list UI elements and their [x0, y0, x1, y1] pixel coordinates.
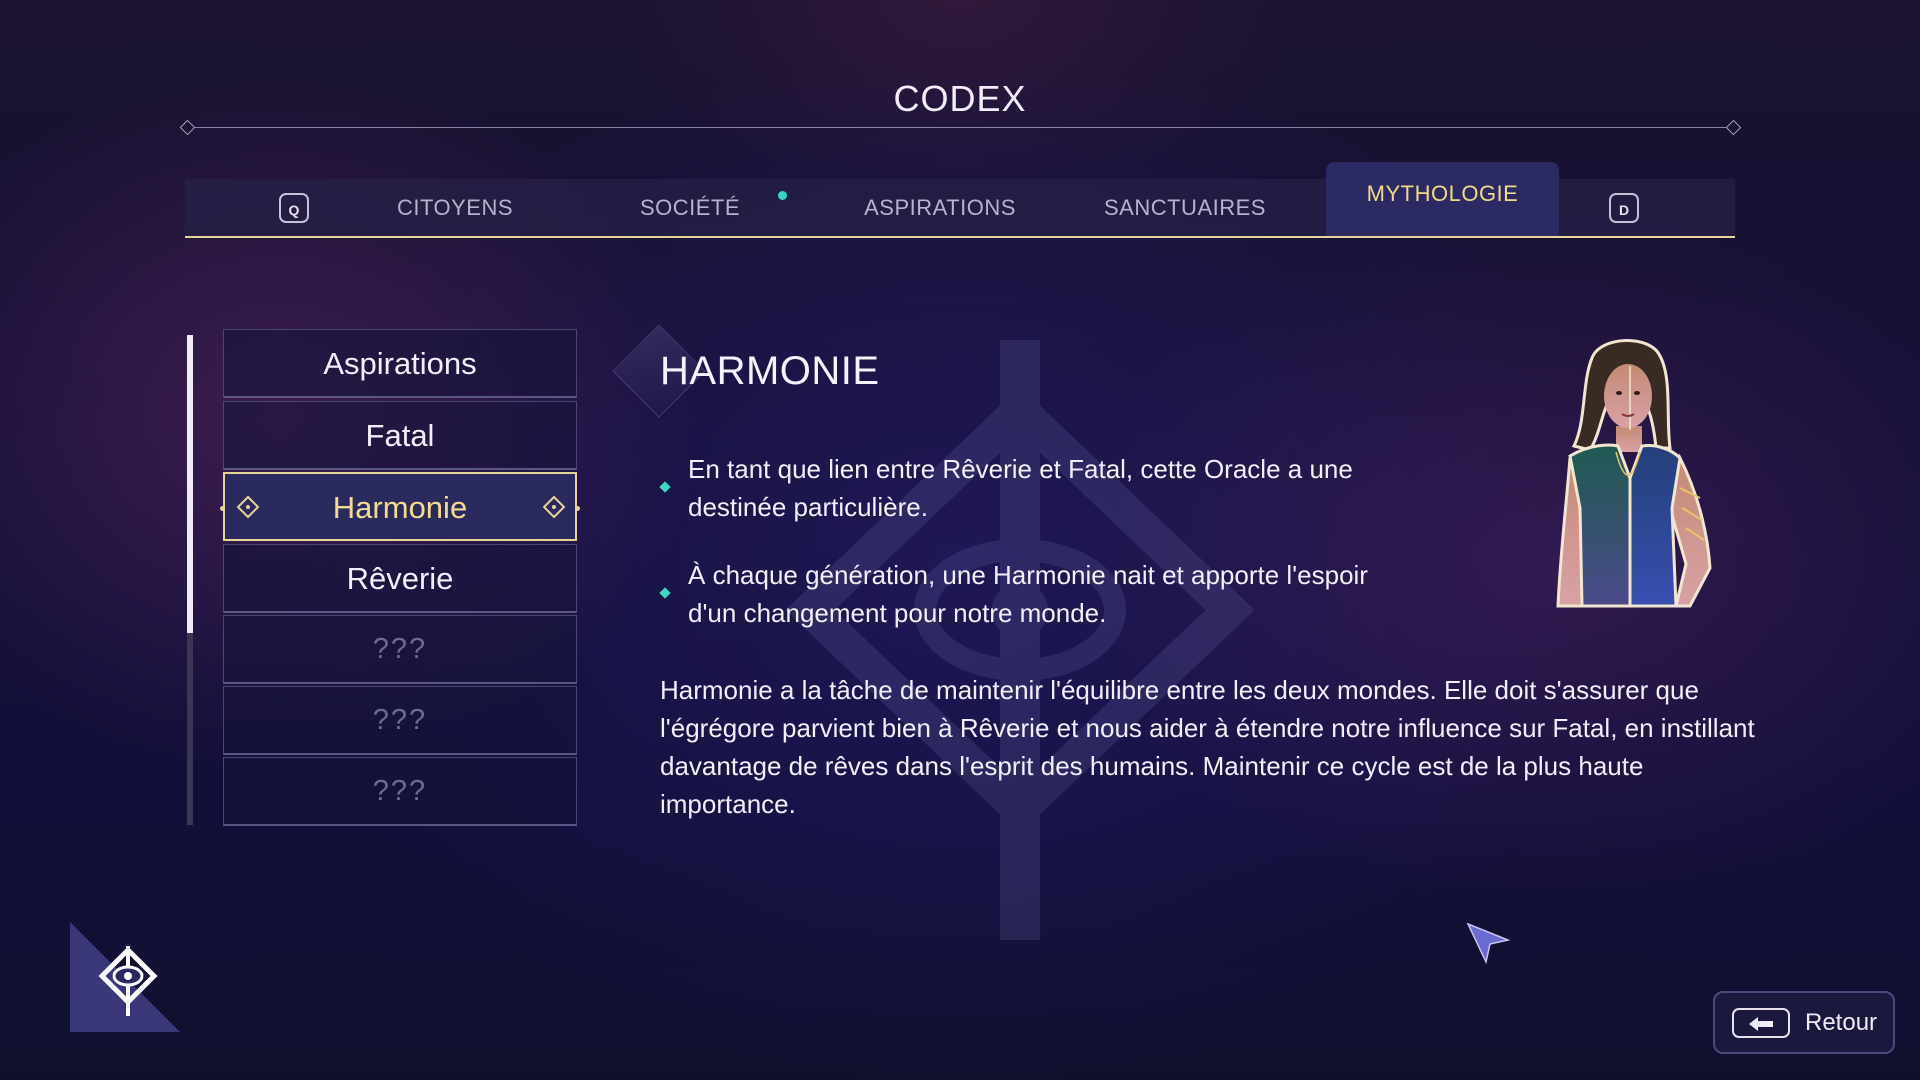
harmonie-portrait — [1556, 339, 1712, 608]
entry-bullet: En tant que lien entre Rêverie et Fatal,… — [688, 454, 1353, 522]
list-item-label: Harmonie — [332, 490, 468, 525]
tab-citoyens[interactable]: CITOYENS — [360, 179, 550, 236]
pointer-cursor-icon — [1466, 922, 1510, 965]
selection-diamond-icon — [543, 496, 565, 518]
selection-diamond-icon — [237, 496, 259, 518]
list-item-locked[interactable]: ??? — [223, 615, 577, 684]
selection-dot — [575, 506, 580, 511]
list-item-locked[interactable]: ??? — [223, 686, 577, 755]
divider-diamond-right — [1725, 119, 1742, 136]
back-button[interactable]: Retour — [1713, 991, 1895, 1054]
title-divider — [186, 127, 1734, 128]
divider-diamond-left — [179, 119, 196, 136]
background-emblem — [785, 340, 1255, 940]
arrow-left-icon — [1749, 1017, 1773, 1031]
entry-bullet: À chaque génération, une Harmonie nait e… — [688, 560, 1368, 628]
tab-sanctuaires[interactable]: SANCTUAIRES — [1085, 179, 1285, 236]
list-scrollbar-thumb[interactable] — [187, 335, 193, 633]
next-tab-key-hint[interactable]: D — [1609, 193, 1639, 223]
list-item-locked[interactable]: ??? — [223, 757, 577, 826]
tab-aspirations[interactable]: ASPIRATIONS — [840, 179, 1040, 236]
category-tab-bar: CITOYENS SOCIÉTÉ ASPIRATIONS SANCTUAIRES… — [185, 162, 1735, 238]
back-key-hint — [1732, 1008, 1790, 1038]
tab-societe[interactable]: SOCIÉTÉ — [595, 179, 785, 236]
bullet-diamond-icon — [659, 587, 671, 599]
tab-mythologie[interactable]: MYTHOLOGIE — [1326, 162, 1559, 236]
selection-dot — [220, 506, 225, 511]
bullet-diamond-icon — [659, 481, 671, 493]
entry-description: Harmonie a la tâche de maintenir l'équil… — [660, 675, 1755, 819]
list-item-reverie[interactable]: Rêverie — [223, 544, 577, 613]
list-item-fatal[interactable]: Fatal — [223, 401, 577, 470]
oracle-eye-icon — [70, 922, 180, 1032]
prev-tab-key-hint[interactable]: Q — [279, 193, 309, 223]
back-button-label: Retour — [1805, 1009, 1878, 1036]
entry-heading: HARMONIE — [660, 349, 880, 393]
list-item-harmonie[interactable]: Harmonie — [220, 472, 580, 541]
list-item-aspirations[interactable]: Aspirations — [223, 329, 577, 398]
page-title: CODEX — [893, 78, 1027, 119]
new-content-dot — [778, 191, 787, 200]
